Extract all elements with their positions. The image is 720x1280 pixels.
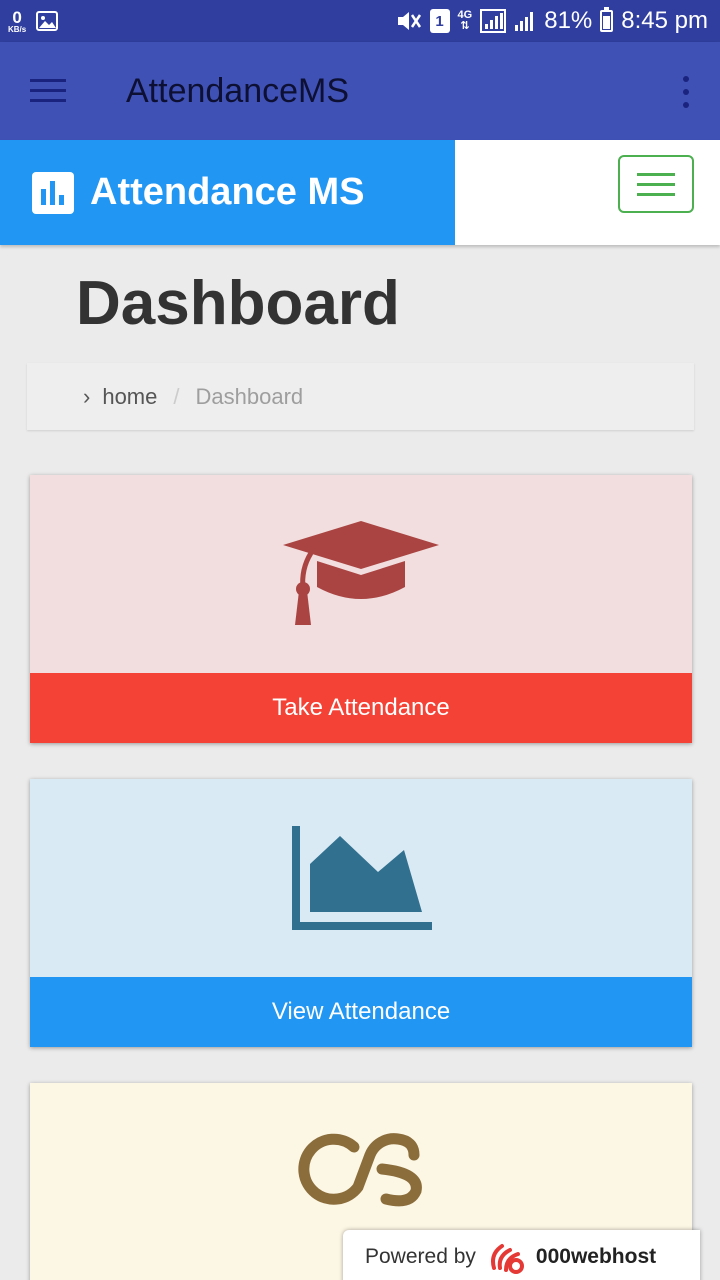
- sim-icon: 1: [429, 9, 450, 33]
- clock: 8:45 pm: [621, 7, 708, 34]
- status-bar: 0 KB/s 1 4G ⇅ 81% 8:45 pm: [0, 0, 720, 42]
- take-attendance-card[interactable]: Take Attendance: [30, 475, 692, 743]
- breadcrumb-current: Dashboard: [195, 383, 304, 409]
- bar-chart-icon: [32, 171, 74, 214]
- app-title: AttendanceMS: [126, 72, 350, 110]
- take-attendance-button[interactable]: Take Attendance: [30, 673, 692, 743]
- powered-by-text: Powered by: [365, 1245, 476, 1268]
- network-speed-unit: KB/s: [8, 24, 27, 34]
- breadcrumb: › home / Dashboard: [27, 363, 694, 430]
- view-attendance-card-body[interactable]: [30, 779, 692, 977]
- take-attendance-card-body[interactable]: [30, 475, 692, 673]
- brand-link[interactable]: Attendance MS: [0, 140, 455, 245]
- mute-icon: [397, 12, 421, 30]
- graduation-cap-icon: [283, 521, 439, 625]
- lastfm-icon: [298, 1133, 422, 1207]
- battery-icon: [600, 7, 614, 32]
- signal-icon-2: [515, 12, 534, 31]
- area-chart-icon: [292, 826, 432, 930]
- battery-percent: 81%: [544, 7, 593, 34]
- view-attendance-button[interactable]: View Attendance: [30, 977, 692, 1047]
- hamburger-menu-icon[interactable]: [30, 79, 66, 105]
- network-type: 4G ⇅: [458, 10, 473, 32]
- signal-icon: [480, 9, 507, 33]
- network-speed: 0 KB/s: [8, 9, 26, 34]
- page-title: Dashboard: [76, 269, 400, 338]
- network-speed-value: 0: [12, 7, 22, 27]
- breadcrumb-home-link[interactable]: home: [102, 384, 157, 410]
- view-attendance-card[interactable]: View Attendance: [30, 779, 692, 1047]
- brand-title: Attendance MS: [90, 171, 365, 213]
- powered-by-brand: 000webhost: [535, 1245, 657, 1268]
- app-bar: AttendanceMS: [0, 42, 720, 140]
- navbar-toggler-button[interactable]: [618, 155, 694, 213]
- chevron-right-icon: ›: [83, 383, 91, 409]
- breadcrumb-separator: /: [173, 383, 180, 409]
- site-header: Attendance MS: [0, 140, 720, 245]
- powered-by-badge[interactable]: Powered by 000webhost: [343, 1230, 700, 1280]
- data-arrows-icon: ⇅: [460, 20, 470, 32]
- overflow-menu-icon[interactable]: [680, 76, 692, 108]
- webhost-logo-icon: [490, 1244, 524, 1274]
- image-icon: [36, 11, 59, 31]
